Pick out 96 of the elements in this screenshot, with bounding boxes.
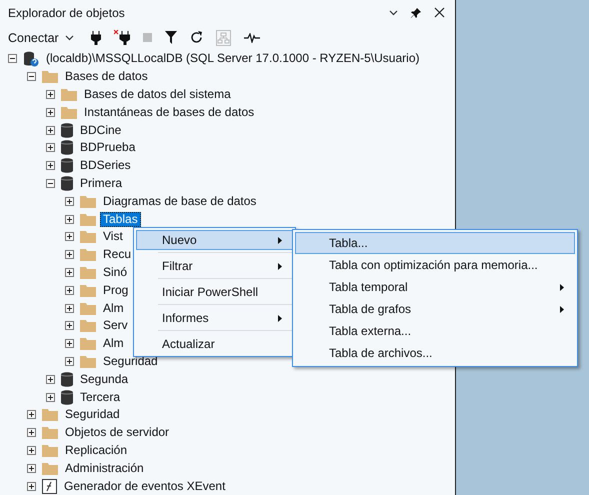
menu-item[interactable]: Informes — [136, 308, 293, 328]
expander-icon[interactable] — [65, 214, 74, 224]
tree-node[interactable]: Segunda — [77, 372, 132, 387]
folder-icon — [80, 266, 96, 279]
expander-icon[interactable] — [27, 464, 36, 473]
server-icon — [23, 50, 39, 67]
expander-icon[interactable] — [46, 178, 55, 188]
expander-icon[interactable] — [46, 374, 55, 384]
expander-icon[interactable] — [27, 410, 36, 420]
tree-node[interactable]: Diagramas de base de datos — [100, 194, 260, 209]
expander-icon[interactable] — [65, 250, 74, 260]
menu-item[interactable]: Tabla de archivos... — [295, 342, 575, 364]
folder-icon — [80, 248, 96, 262]
tree-node[interactable]: Tercera — [77, 390, 124, 405]
tree-node[interactable]: Instantáneas de bases de datos — [81, 104, 258, 120]
expander-icon[interactable] — [46, 143, 55, 152]
expander-icon[interactable] — [65, 304, 74, 313]
expander-icon[interactable] — [27, 482, 36, 491]
folder-icon — [42, 462, 58, 475]
expander-icon[interactable] — [8, 54, 17, 64]
folder-icon — [80, 194, 96, 208]
caret-icon — [64, 34, 74, 40]
folder-icon — [80, 354, 96, 368]
folder-icon — [42, 444, 58, 457]
folder-icon — [80, 319, 96, 332]
activity-wave-icon[interactable] — [244, 32, 260, 42]
expander-icon[interactable] — [27, 446, 36, 455]
tree-node[interactable]: (localdb)\MSSQLLocalDB (SQL Server 17.0.1000 - RYZEN-5\Usuario) — [43, 51, 422, 66]
database-icon — [61, 122, 73, 138]
panel-title: Explorador de objetos — [8, 6, 125, 20]
filter-icon[interactable] — [164, 31, 177, 44]
tree-node[interactable]: Seguridad — [100, 354, 161, 369]
expander-icon[interactable] — [65, 232, 74, 242]
tree-node[interactable]: BDSeries — [77, 158, 134, 174]
folder-icon — [42, 408, 58, 422]
menu-item[interactable]: Actualizar — [136, 334, 293, 354]
folder-icon — [80, 230, 96, 244]
expander-icon[interactable] — [46, 108, 55, 117]
folder-icon — [80, 337, 96, 350]
expander-icon[interactable] — [65, 286, 74, 295]
folder-icon — [80, 212, 96, 226]
tree-node[interactable]: Objetos de servidor — [62, 425, 172, 440]
database-icon — [61, 158, 73, 174]
tree-node[interactable]: BDCine — [77, 122, 124, 138]
close-icon[interactable] — [434, 7, 445, 18]
tree-node[interactable]: Bases de datos — [62, 69, 151, 84]
tree-node[interactable]: Vist — [100, 229, 126, 244]
expander-icon[interactable] — [46, 392, 55, 402]
tree-node[interactable]: Tablas — [100, 212, 141, 227]
tree-node[interactable]: Sinó — [100, 264, 130, 280]
menu-item[interactable]: Tabla con optimización para memoria... — [295, 254, 575, 276]
tree-node[interactable]: Bases de datos del sistema — [81, 86, 234, 102]
tree-node[interactable]: Primera — [77, 176, 126, 191]
tree-node[interactable]: Alm — [100, 300, 127, 316]
menu-item[interactable]: Tabla externa... — [295, 320, 575, 342]
expander-icon[interactable] — [27, 428, 36, 438]
expander-icon[interactable] — [27, 72, 36, 82]
dropdown-caret-icon[interactable] — [389, 10, 398, 16]
database-icon — [61, 372, 73, 387]
expander-icon[interactable] — [46, 161, 55, 170]
refresh-icon[interactable] — [190, 31, 203, 44]
pin-icon[interactable] — [410, 6, 422, 18]
tree-node[interactable]: Generador de eventos XEvent — [61, 478, 228, 494]
tree-node[interactable]: Alm — [100, 336, 127, 352]
folder-icon — [42, 426, 58, 440]
menu-item[interactable]: Tabla temporal — [295, 276, 575, 298]
folder-icon — [80, 284, 96, 297]
tree-node[interactable]: Administración — [62, 460, 147, 476]
tree-node[interactable]: Replicación — [62, 442, 130, 458]
plug-icon[interactable] — [90, 30, 101, 44]
menu-item[interactable]: Tabla de grafos — [295, 298, 575, 320]
database-icon — [61, 176, 73, 191]
database-icon — [61, 140, 73, 156]
database-icon — [61, 390, 73, 405]
folder-icon — [61, 88, 77, 101]
plug-with-x-icon[interactable] — [114, 30, 130, 45]
menu-item[interactable]: Filtrar — [136, 256, 293, 276]
expander-icon[interactable] — [65, 356, 74, 366]
tree-node[interactable]: Seguridad — [62, 407, 123, 422]
expander-icon[interactable] — [65, 268, 74, 277]
expander-icon[interactable] — [46, 90, 55, 99]
menu-item[interactable]: Tabla... — [295, 232, 575, 254]
folder-icon — [42, 70, 58, 84]
tree-node[interactable]: Serv — [100, 318, 131, 334]
expander-icon[interactable] — [65, 196, 74, 206]
folder-icon — [80, 302, 96, 315]
menu-item[interactable]: Iniciar PowerShell — [136, 282, 293, 302]
folder-icon — [61, 106, 77, 119]
tree-node[interactable]: Prog — [100, 282, 132, 298]
menu-item[interactable]: Nuevo — [136, 230, 293, 250]
expander-icon[interactable] — [65, 321, 74, 330]
connect-dropdown-button[interactable]: Conectar — [8, 30, 74, 44]
expander-icon[interactable] — [65, 339, 74, 348]
tree-node[interactable]: Recu — [100, 247, 134, 262]
tree-node[interactable]: BDPrueba — [77, 140, 138, 156]
expander-icon[interactable] — [46, 126, 55, 135]
